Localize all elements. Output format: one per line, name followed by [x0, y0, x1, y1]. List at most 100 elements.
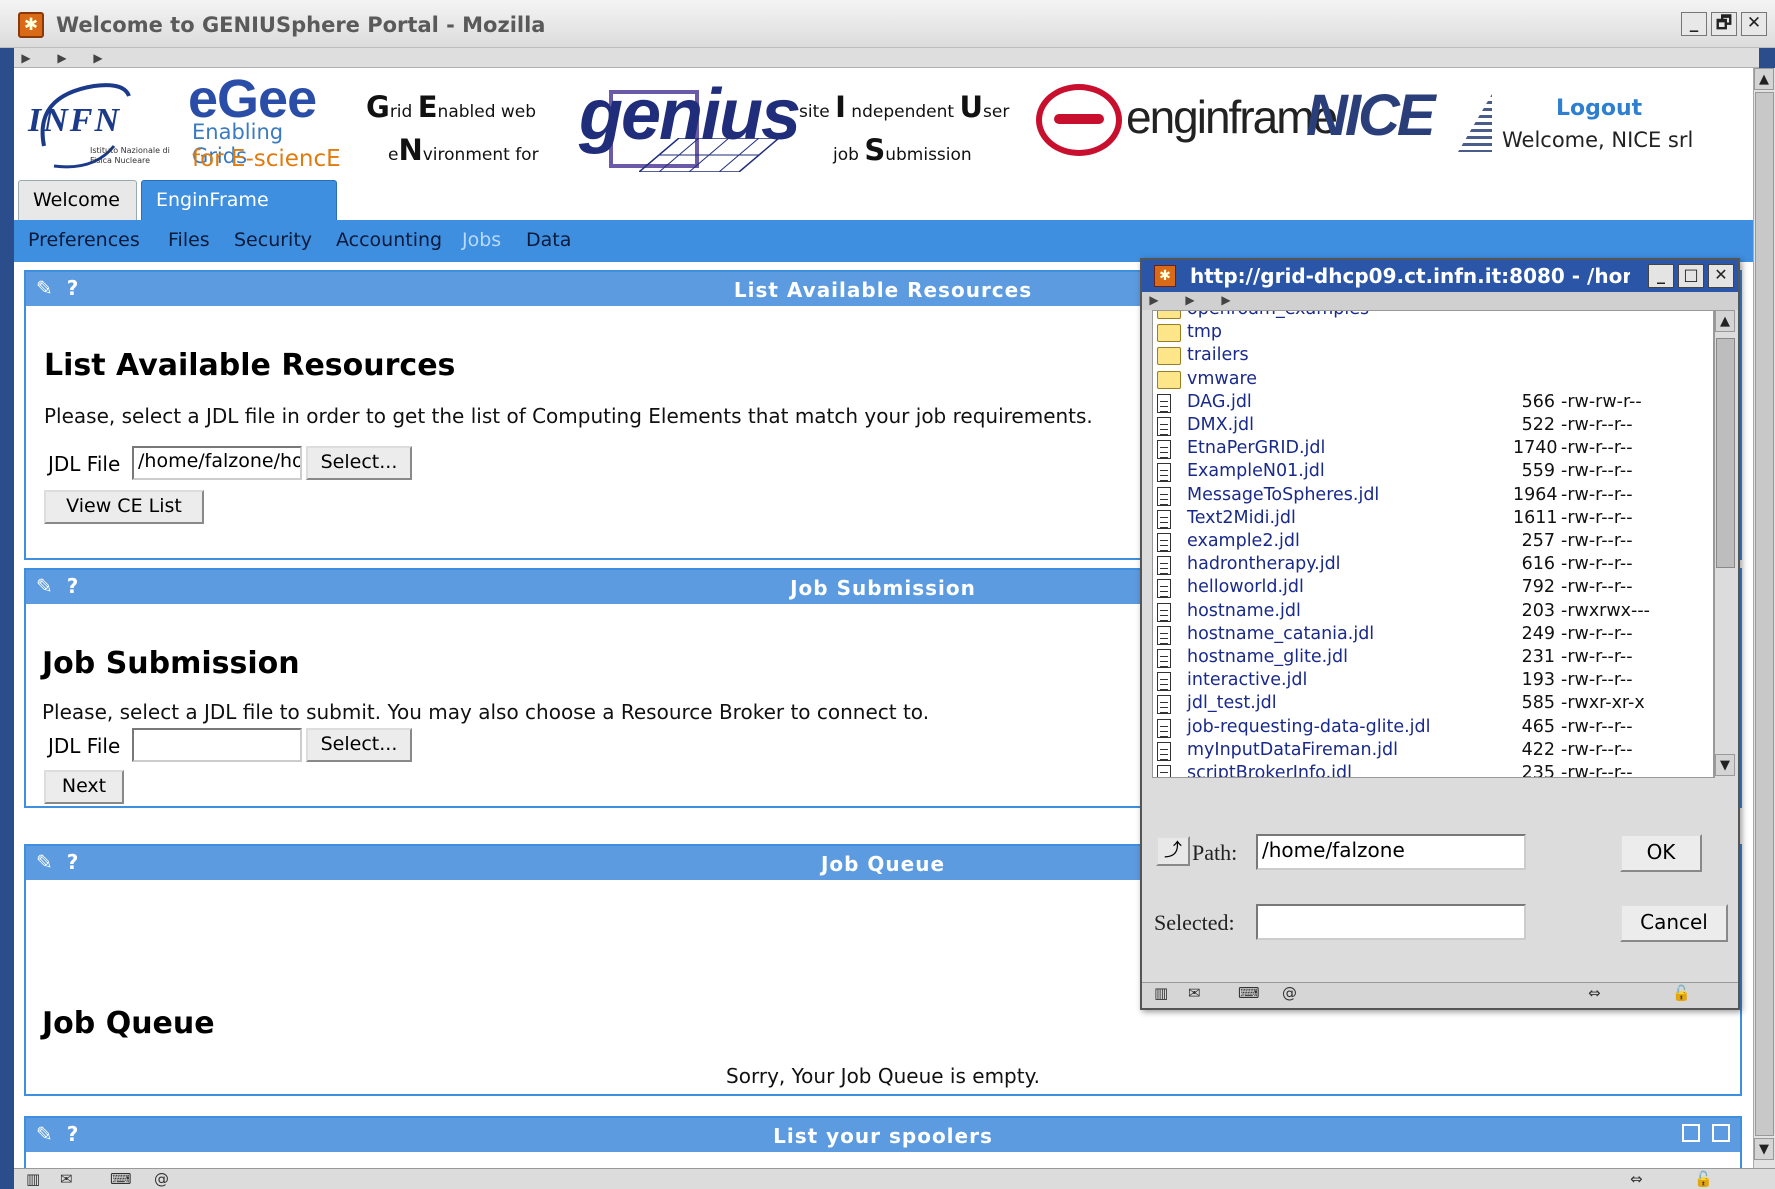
popup-close-button[interactable]: ✕	[1708, 264, 1734, 288]
file-row[interactable]: hadrontherapy.jdl 616 -rw-r--r--	[1153, 554, 1713, 577]
selected-input[interactable]	[1256, 904, 1526, 940]
jdl-file-input[interactable]: /home/falzone/hos	[132, 446, 302, 480]
file-row[interactable]: DMX.jdl 522 -rw-r--r--	[1153, 415, 1713, 438]
scroll-thumb[interactable]	[1716, 338, 1735, 568]
panel-maximize-icon[interactable]	[1712, 1124, 1730, 1142]
file-row[interactable]: jdl_test.jdl 585 -rwxr-xr-x	[1153, 693, 1713, 716]
folder-row[interactable]: openroam_examples	[1153, 311, 1713, 322]
navigator-icon[interactable]: ▥	[1154, 984, 1168, 1002]
file-name: openroam_examples	[1187, 311, 1369, 319]
select-jdl-button[interactable]: Select...	[306, 728, 412, 762]
minimize-button[interactable]: _	[1681, 12, 1707, 36]
file-list-scrollbar[interactable]: ▲ ▼	[1714, 310, 1736, 778]
file-name: vmware	[1187, 368, 1258, 389]
scroll-down-icon[interactable]: ▼	[1715, 754, 1735, 776]
document-icon	[1157, 649, 1171, 668]
tab-welcome[interactable]: Welcome	[18, 180, 137, 220]
logout-link[interactable]: Logout	[1556, 96, 1642, 121]
menu-item-preferences[interactable]: Preferences	[28, 229, 140, 251]
file-list[interactable]: openroam_examplestmptrailersvmware DAG.jd…	[1152, 310, 1714, 778]
window-title: Welcome to GENIUSphere Portal - Mozilla	[56, 13, 546, 37]
page-scrollbar[interactable]: ▲ ▼	[1753, 68, 1775, 1168]
addressbook-icon[interactable]: @	[1282, 984, 1297, 1002]
tab-enginframe-portlet[interactable]: EnginFrame Portlet	[141, 180, 337, 249]
portlet-menu-bar: Preferences Files Security Accounting Jo…	[14, 220, 1753, 262]
restore-button[interactable]: 🗗	[1711, 12, 1737, 36]
file-permissions: -rw-r--r--	[1561, 670, 1633, 691]
folder-row[interactable]: vmware	[1153, 368, 1713, 392]
collapse-arrow-icon[interactable]: ▶	[54, 50, 70, 66]
file-row[interactable]: example2.jdl 257 -rw-r--r--	[1153, 531, 1713, 554]
file-permissions: -rw-r--r--	[1561, 577, 1633, 598]
navigator-icon[interactable]: ▥	[26, 1170, 40, 1188]
folder-row[interactable]: tmp	[1153, 322, 1713, 345]
file-row[interactable]: scriptBrokerInfo.jdl 235 -rw-r--r--	[1153, 763, 1713, 778]
menu-item-files[interactable]: Files	[168, 229, 210, 251]
collapse-arrow-icon[interactable]: ▶	[1182, 292, 1198, 308]
ok-button[interactable]: OK	[1620, 834, 1702, 872]
file-row[interactable]: interactive.jdl 193 -rw-r--r--	[1153, 670, 1713, 693]
file-permissions: -rw-r--r--	[1561, 739, 1633, 760]
composer-icon[interactable]: ⌨	[110, 1170, 132, 1188]
collapse-arrow-icon[interactable]: ▶	[1146, 292, 1162, 308]
cancel-button[interactable]: Cancel	[1620, 904, 1728, 942]
file-name: ExampleN01.jdl	[1187, 461, 1325, 482]
menu-item-jobs[interactable]: Jobs	[462, 229, 501, 251]
file-row[interactable]: MessageToSpheres.jdl 1964 -rw-r--r--	[1153, 485, 1713, 508]
file-size: 616	[1521, 554, 1555, 575]
collapse-arrow-icon[interactable]: ▶	[90, 50, 106, 66]
mail-icon[interactable]: ✉	[60, 1170, 73, 1188]
scroll-up-icon[interactable]: ▲	[1715, 310, 1735, 332]
genius-logo-word: genius	[579, 75, 801, 155]
popup-maximize-button[interactable]: □	[1678, 264, 1704, 288]
next-button[interactable]: Next	[44, 770, 124, 804]
path-input[interactable]: /home/falzone	[1256, 834, 1526, 870]
nice-logo-text: NICE	[1306, 83, 1436, 148]
menu-item-security[interactable]: Security	[234, 229, 312, 251]
file-permissions: -rw-r--r--	[1561, 763, 1633, 778]
file-size: 257	[1521, 531, 1555, 551]
file-permissions: -rw-r--r--	[1561, 623, 1633, 644]
file-name: tmp	[1187, 322, 1223, 343]
file-row[interactable]: EtnaPerGRID.jdl 1740 -rw-r--r--	[1153, 438, 1713, 461]
security-icon: 🔓	[1694, 1170, 1713, 1188]
file-row[interactable]: helloworld.jdl 792 -rw-r--r--	[1153, 577, 1713, 600]
parent-folder-icon[interactable]: ⤴	[1156, 836, 1190, 866]
nice-lines-icon	[1458, 94, 1492, 152]
close-button[interactable]: ✕	[1741, 12, 1767, 36]
document-icon	[1157, 556, 1171, 576]
menu-item-accounting[interactable]: Accounting	[336, 229, 442, 251]
file-row[interactable]: hostname_glite.jdl 231 -rw-r--r--	[1153, 647, 1713, 670]
menu-item-data[interactable]: Data	[526, 229, 571, 251]
scroll-thumb[interactable]	[1755, 92, 1774, 1136]
popup-minimize-button[interactable]: _	[1648, 264, 1674, 288]
document-icon	[1157, 672, 1171, 692]
mail-icon[interactable]: ✉	[1188, 984, 1201, 1002]
file-row[interactable]: job-requesting-data-glite.jdl 465 -rw-r--r…	[1153, 716, 1713, 740]
view-ce-list-button[interactable]: View CE List	[44, 490, 204, 524]
genius-acronym-right: site I ndependent User job Submission	[799, 90, 1010, 167]
document-icon	[1157, 602, 1171, 622]
file-row[interactable]: hostname_catania.jdl 249 -rw-r--r--	[1153, 623, 1713, 647]
panel-title: List your spoolers	[773, 1124, 993, 1148]
file-size: 231	[1521, 647, 1555, 667]
jdl-file-input[interactable]	[132, 728, 302, 762]
file-row[interactable]: hostname.jdl 203 -rwxrwx---	[1153, 601, 1713, 624]
panel-minimize-icon[interactable]	[1682, 1124, 1700, 1142]
file-row[interactable]: ExampleN01.jdl 559 -rw-r--r--	[1153, 461, 1713, 484]
file-size: 465	[1521, 716, 1555, 737]
scroll-down-icon[interactable]: ▼	[1754, 1138, 1774, 1160]
file-row[interactable]: myInputDataFireman.jdl 422 -rw-r--r--	[1153, 739, 1713, 763]
collapse-arrow-icon[interactable]: ▶	[18, 50, 34, 66]
composer-icon[interactable]: ⌨	[1238, 984, 1260, 1002]
file-name: myInputDataFireman.jdl	[1187, 739, 1398, 760]
collapse-arrow-icon[interactable]: ▶	[1218, 292, 1234, 308]
mozilla-app-icon: ✱	[1154, 265, 1176, 287]
select-jdl-button[interactable]: Select...	[306, 446, 412, 480]
document-icon	[1157, 393, 1171, 413]
scroll-up-icon[interactable]: ▲	[1754, 68, 1774, 90]
file-row[interactable]: DAG.jdl 566 -rw-rw-r--	[1153, 392, 1713, 415]
folder-row[interactable]: trailers	[1153, 345, 1713, 368]
addressbook-icon[interactable]: @	[154, 1170, 169, 1188]
file-row[interactable]: Text2Midi.jdl 1611 -rw-r--r--	[1153, 508, 1713, 531]
